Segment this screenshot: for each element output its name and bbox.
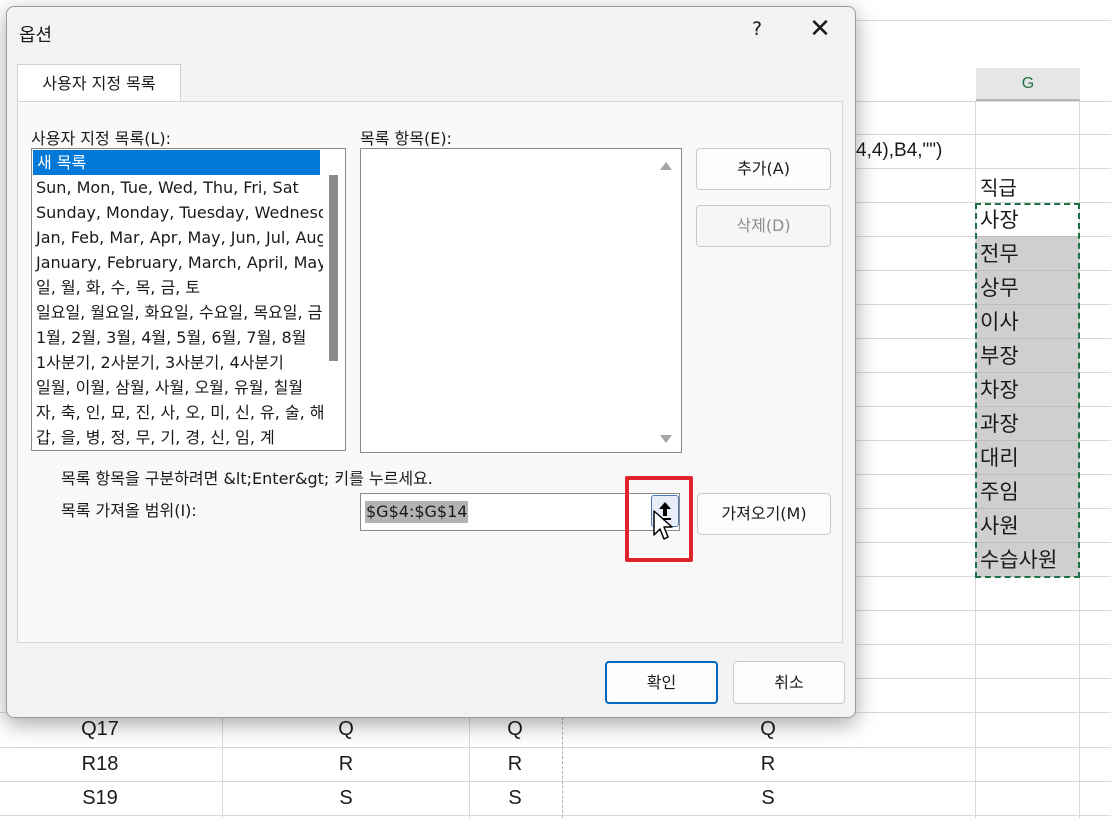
grid-line: [0, 815, 1111, 816]
grid-line: [0, 747, 1111, 748]
ok-button[interactable]: 확인: [605, 661, 718, 704]
cell-text[interactable]: Q: [455, 718, 575, 741]
list-item[interactable]: 자, 축, 인, 묘, 진, 사, 오, 미, 신, 유, 술, 해: [32, 400, 323, 425]
g-header-cell[interactable]: 직급: [980, 172, 1017, 201]
scroll-down-icon[interactable]: [660, 435, 672, 443]
cell-text[interactable]: R: [708, 753, 828, 776]
list-item[interactable]: 1월, 2월, 3월, 4월, 5월, 6월, 7월, 8월: [32, 325, 323, 350]
grid-line: [222, 712, 223, 818]
list-item[interactable]: Sun, Mon, Tue, Wed, Thu, Fri, Sat: [32, 175, 323, 200]
cell-text[interactable]: R: [455, 753, 575, 776]
listbox-scrollbar-thumb[interactable]: [329, 175, 338, 361]
list-entries-label: 목록 항목(E):: [360, 129, 452, 148]
close-button[interactable]: ✕: [803, 13, 837, 47]
import-button[interactable]: 가져오기(M): [697, 493, 831, 535]
grid-line: [854, 134, 1111, 135]
cell-text[interactable]: S: [708, 787, 828, 810]
cell-text[interactable]: R18: [40, 753, 160, 776]
list-item[interactable]: 일, 월, 화, 수, 목, 금, 토: [32, 275, 323, 300]
grid-line: [854, 610, 1111, 611]
grid-line: [854, 101, 1111, 102]
list-item[interactable]: 일요일, 월요일, 화요일, 수요일, 목요일, 금요일, 토요일: [32, 300, 323, 325]
cell-text[interactable]: S19: [40, 787, 160, 810]
cell-text[interactable]: S: [286, 787, 406, 810]
cell-text[interactable]: Q17: [40, 718, 160, 741]
list-item[interactable]: Sunday, Monday, Tuesday, Wednesday, Thur…: [32, 200, 323, 225]
options-dialog: 옵션 ? ✕ 사용자 지정 목록 사용자 지정 목록(L): 목록 항목(E):…: [6, 6, 856, 718]
tab-custom-lists[interactable]: 사용자 지정 목록: [17, 64, 181, 102]
import-range-value: $G$4:$G$14: [365, 501, 469, 523]
cancel-button[interactable]: 취소: [733, 661, 845, 704]
grid-line: [854, 678, 1111, 679]
cell-text[interactable]: Q: [286, 718, 406, 741]
formula-fragment: 4,4),B4,""): [856, 140, 943, 161]
dialog-title: 옵션: [19, 25, 53, 46]
list-item[interactable]: 갑, 을, 병, 정, 무, 기, 경, 신, 임, 계: [32, 425, 323, 450]
help-button[interactable]: ?: [743, 15, 771, 43]
import-range-label: 목록 가져올 범위(I):: [61, 501, 197, 520]
cell-text[interactable]: R: [286, 753, 406, 776]
cell-text[interactable]: S: [455, 787, 575, 810]
cell-text[interactable]: Q: [708, 718, 828, 741]
add-button[interactable]: 추가(A): [696, 148, 831, 190]
list-item[interactable]: 일월, 이월, 삼월, 사월, 오월, 유월, 칠월: [32, 375, 323, 400]
list-item[interactable]: January, February, March, April, May, Ju…: [32, 250, 323, 275]
list-item[interactable]: Jan, Feb, Mar, Apr, May, Jun, Jul, Aug, …: [32, 225, 323, 250]
list-entries-textarea[interactable]: [360, 148, 682, 453]
grid-line: [854, 168, 1111, 169]
grid-line: [0, 781, 1111, 782]
custom-lists-listbox[interactable]: 새 목록 Sun, Mon, Tue, Wed, Thu, Fri, Sat S…: [31, 148, 346, 451]
custom-lists-label: 사용자 지정 목록(L):: [31, 129, 172, 148]
list-item[interactable]: 1사분기, 2사분기, 3사분기, 4사분기: [32, 350, 323, 375]
scroll-up-icon[interactable]: [660, 162, 672, 170]
copy-marquee: [975, 203, 1080, 578]
column-header-g[interactable]: G: [976, 68, 1080, 101]
mouse-cursor-icon: [653, 510, 673, 540]
list-item[interactable]: 새 목록: [33, 150, 320, 175]
grid-line: [854, 20, 1111, 21]
grid-line: [854, 644, 1111, 645]
delete-button[interactable]: 삭제(D): [696, 205, 831, 247]
hint-text: 목록 항목을 구분하려면 &lt;Enter&gt; 키를 누르세요.: [61, 469, 433, 488]
